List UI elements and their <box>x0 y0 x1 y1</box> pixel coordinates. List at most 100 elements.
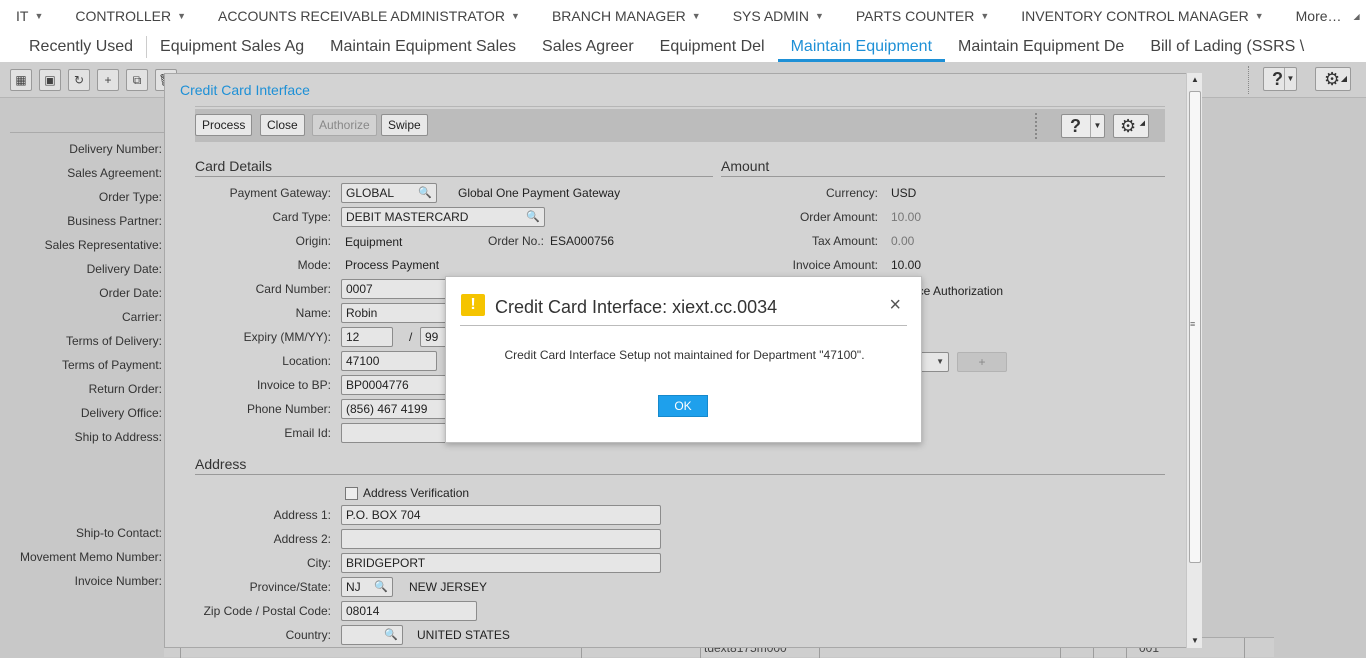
address1-field[interactable]: P.O. BOX 704 <box>341 505 661 525</box>
bg-label-delivery-date: Delivery Date: <box>86 262 162 276</box>
province-label: Province/State: <box>249 580 331 594</box>
phone-field[interactable]: (856) 467 4199 <box>341 399 451 419</box>
expiry-month-field[interactable]: 12 <box>341 327 393 347</box>
refresh-icon[interactable]: ↻ <box>68 69 90 91</box>
origin-value: Equipment <box>345 235 403 249</box>
role-ar-admin[interactable]: ACCOUNTS RECEIVABLE ADMINISTRATOR ▼ <box>202 8 536 24</box>
tab-bill-of-lading[interactable]: Bill of Lading (SSRS \ <box>1137 32 1317 62</box>
name-field[interactable]: Robin <box>341 303 451 323</box>
bg-label-carrier: Carrier: <box>121 310 162 324</box>
authorize-button[interactable]: Authorize <box>312 114 377 136</box>
help-button[interactable]: ? ▼ <box>1263 67 1297 91</box>
bg-label-business-partner: Business Partner: <box>67 214 162 228</box>
payment-gateway-field[interactable]: GLOBAL 🔍 <box>341 183 437 203</box>
name-label: Name: <box>295 306 331 320</box>
add-button[interactable]: + <box>957 352 1007 372</box>
order-no-label: Order No.: <box>487 234 544 248</box>
email-field[interactable] <box>341 423 451 443</box>
role-it[interactable]: IT ▼ <box>0 8 59 24</box>
province-description: NEW JERSEY <box>409 580 488 594</box>
close-button[interactable]: Close <box>260 114 305 136</box>
invoice-amount-value: 10.00 <box>891 258 922 272</box>
card-type-field[interactable]: DEBIT MASTERCARD 🔍 <box>341 207 545 227</box>
bg-label-terms-delivery: Terms of Delivery: <box>65 334 162 348</box>
currency-value: USD <box>891 186 917 200</box>
chevron-down-icon: ▼ <box>1254 11 1264 21</box>
settings-button[interactable]: ⚙ ◢ <box>1315 67 1351 91</box>
order-amount-label: Order Amount: <box>799 210 878 224</box>
card-type-label: Card Type: <box>272 210 331 224</box>
ok-button[interactable]: OK <box>658 395 708 417</box>
process-button[interactable]: Process <box>195 114 253 136</box>
dialog-title: Credit Card Interface: xiext.cc.0034 <box>495 297 778 317</box>
address-verification-label: Address Verification <box>363 486 470 500</box>
bg-label-delivery-office: Delivery Office: <box>80 406 162 420</box>
province-field[interactable]: NJ 🔍 <box>341 577 393 597</box>
corner-arrow-icon: ◢ <box>1353 11 1360 21</box>
panel-toolbar: Process Close Authorize Swipe ? ▼ ⚙ ◢ <box>195 109 1165 142</box>
invoice-bp-field[interactable]: BP0004776 <box>341 375 451 395</box>
bg-label-order-date: Order Date: <box>99 286 162 300</box>
tab-maintain-equipment-de[interactable]: Maintain Equipment De <box>945 32 1137 62</box>
card-number-field[interactable]: 0007 <box>341 279 451 299</box>
location-label: Location: <box>282 354 331 368</box>
excel-icon[interactable]: ▦ <box>10 69 32 91</box>
city-label: City: <box>307 556 331 570</box>
role-branch-manager[interactable]: BRANCH MANAGER ▼ <box>536 8 717 24</box>
tab-bar: Recently Used Equipment Sales Ag Maintai… <box>0 32 1366 62</box>
dialog-message: Credit Card Interface Setup not maintain… <box>504 348 865 362</box>
tab-equipment-del[interactable]: Equipment Del <box>647 32 778 62</box>
scroll-up-icon[interactable]: ▲ <box>1187 73 1203 87</box>
card-number-label: Card Number: <box>255 282 331 296</box>
panel-scrollbar[interactable]: ▲ ≡ ▼ <box>1186 73 1202 648</box>
zip-field[interactable]: 08014 <box>341 601 477 621</box>
tax-amount-value: 0.00 <box>891 234 915 248</box>
bg-label-ship-to-contact: Ship-to Contact: <box>75 526 162 540</box>
invoice-amount-label: Invoice Amount: <box>792 258 878 272</box>
zoom-icon[interactable]: 🔍 <box>418 184 432 202</box>
chevron-down-icon: ▼ <box>1090 115 1104 137</box>
swipe-button[interactable]: Swipe <box>381 114 428 136</box>
bg-label-order-type: Order Type: <box>98 190 162 204</box>
currency-label: Currency: <box>825 186 878 200</box>
city-field[interactable]: BRIDGEPORT <box>341 553 661 573</box>
address-heading: Address <box>195 456 1165 475</box>
zoom-icon[interactable]: 🔍 <box>526 208 540 226</box>
tab-maintain-equipment[interactable]: Maintain Equipment <box>777 32 946 62</box>
role-inventory-control[interactable]: INVENTORY CONTROL MANAGER ▼ <box>1005 8 1279 24</box>
tab-sales-agreer[interactable]: Sales Agreer <box>529 32 647 62</box>
new-record-icon[interactable]: + <box>97 69 119 91</box>
bg-label-invoice-number: Invoice Number: <box>74 574 162 588</box>
mode-label: Mode: <box>297 258 331 272</box>
zoom-icon[interactable]: 🔍 <box>374 578 388 596</box>
invoice-authorization-label: ice Authorization <box>915 284 1004 298</box>
zoom-icon[interactable]: 🔍 <box>384 626 398 644</box>
grip-icon: ≡ <box>1190 319 1196 329</box>
location-field[interactable]: 47100 <box>341 351 437 371</box>
bg-label-delivery-number: Delivery Number: <box>69 142 162 156</box>
role-parts-counter[interactable]: PARTS COUNTER ▼ <box>840 8 1005 24</box>
bg-label-ship-to-address: Ship to Address: <box>74 430 162 444</box>
gear-icon: ⚙ <box>1120 116 1137 136</box>
roles-more[interactable]: More… ◢ <box>1280 8 1366 24</box>
tab-maintain-equipment-sales[interactable]: Maintain Equipment Sales <box>317 32 529 62</box>
address2-label: Address 2: <box>273 532 331 546</box>
chevron-down-icon: ▼ <box>936 357 944 366</box>
tab-recently-used[interactable]: Recently Used <box>0 36 148 58</box>
role-sys-admin[interactable]: SYS ADMIN ▼ <box>717 8 840 24</box>
settings-button[interactable]: ⚙ ◢ <box>1113 114 1149 138</box>
role-controller[interactable]: CONTROLLER ▼ <box>59 8 202 24</box>
address2-field[interactable] <box>341 529 661 549</box>
bg-label-sales-rep: Sales Representative: <box>44 238 162 252</box>
tab-equipment-sales-ag[interactable]: Equipment Sales Ag <box>147 32 317 62</box>
scroll-down-icon[interactable]: ▼ <box>1187 634 1203 648</box>
copy-icon[interactable]: ⧉ <box>126 69 148 91</box>
close-icon[interactable]: × <box>889 295 901 315</box>
address-verification-checkbox[interactable] <box>345 487 358 500</box>
save-icon[interactable]: ▣ <box>39 69 61 91</box>
address1-label: Address 1: <box>273 508 331 522</box>
chevron-down-icon: ▼ <box>34 11 44 21</box>
card-details-heading: Card Details <box>195 158 713 177</box>
country-field[interactable]: 🔍 <box>341 625 403 645</box>
help-button[interactable]: ? ▼ <box>1061 114 1105 138</box>
